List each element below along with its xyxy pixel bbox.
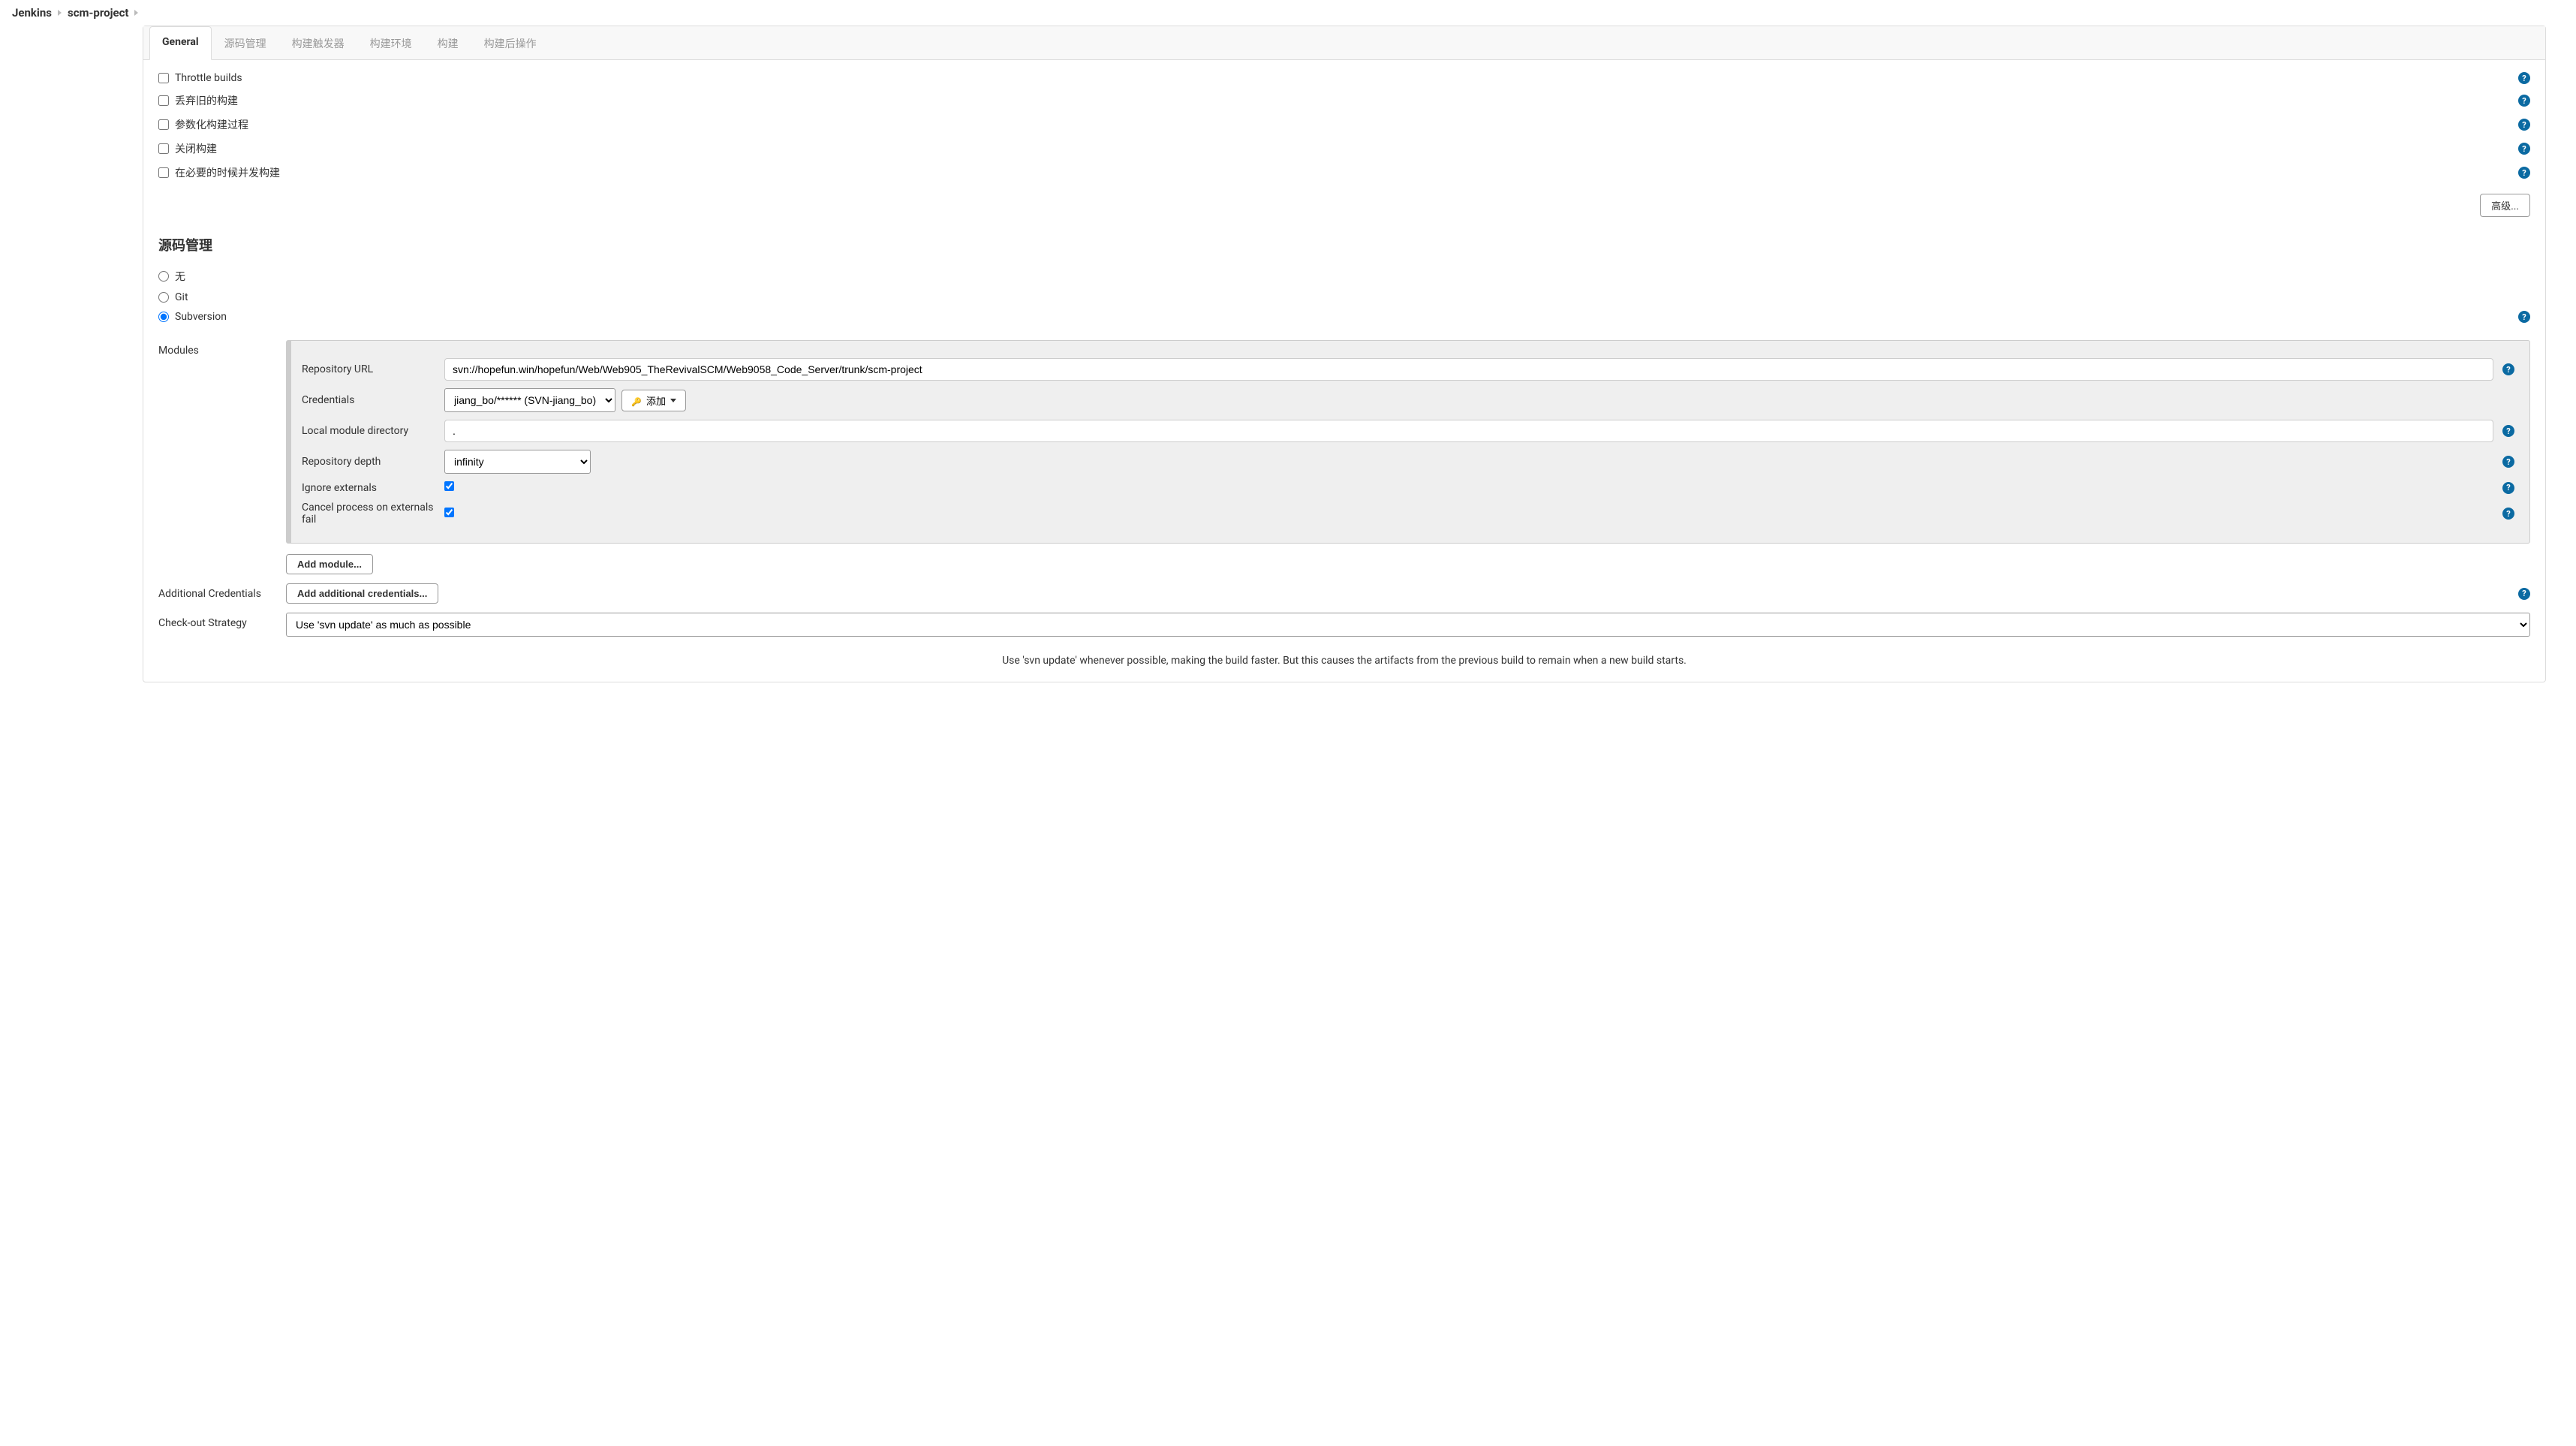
discard-old-checkbox[interactable]: [158, 95, 169, 106]
breadcrumb-project[interactable]: scm-project: [68, 6, 129, 20]
scm-none-option[interactable]: 无: [158, 269, 185, 284]
repo-url-label: Repository URL: [302, 363, 437, 375]
scm-svn-label: Subversion: [175, 311, 227, 323]
config-panel: General 源码管理 构建触发器 构建环境 构建 构建后操作 Throttl…: [143, 26, 2546, 682]
additional-creds-label: Additional Credentials: [158, 583, 286, 600]
breadcrumb-jenkins[interactable]: Jenkins: [12, 6, 52, 20]
parameterized-label: 参数化构建过程: [175, 117, 248, 132]
add-additional-creds-button[interactable]: Add additional credentials...: [286, 583, 438, 604]
tab-general[interactable]: General: [149, 26, 212, 60]
add-credential-button[interactable]: 🔑 添加: [621, 390, 686, 411]
help-icon[interactable]: ?: [2502, 363, 2514, 375]
advanced-button[interactable]: 高级...: [2480, 194, 2530, 217]
scm-svn-radio[interactable]: [158, 312, 169, 322]
tab-build[interactable]: 构建: [425, 26, 471, 60]
throttle-builds-option[interactable]: Throttle builds: [158, 72, 242, 84]
scm-none-radio[interactable]: [158, 271, 169, 282]
breadcrumb: Jenkins scm-project: [0, 0, 2576, 26]
repo-url-input[interactable]: [444, 358, 2493, 381]
cancel-externals-label: Cancel process on externals fail: [302, 502, 437, 526]
scm-svn-option[interactable]: Subversion: [158, 311, 227, 323]
add-credential-label: 添加: [646, 393, 666, 408]
chevron-right-icon: [58, 10, 62, 16]
disable-build-option[interactable]: 关闭构建: [158, 141, 217, 156]
config-content: Throttle builds ? 丢弃旧的构建 ? 参数化构建过程 ? 关闭构…: [143, 60, 2545, 682]
ignore-externals-checkbox[interactable]: [444, 481, 454, 491]
scm-git-radio[interactable]: [158, 292, 169, 303]
help-icon[interactable]: ?: [2518, 143, 2530, 155]
scm-heading: 源码管理: [158, 235, 2530, 255]
concurrent-build-checkbox[interactable]: [158, 167, 169, 178]
scm-git-option[interactable]: Git: [158, 291, 188, 303]
scm-git-label: Git: [175, 291, 188, 303]
disable-build-label: 关闭构建: [175, 141, 217, 156]
local-dir-input[interactable]: [444, 420, 2493, 442]
chevron-right-icon: [134, 10, 138, 16]
help-icon[interactable]: ?: [2518, 588, 2530, 600]
throttle-builds-checkbox[interactable]: [158, 73, 169, 83]
tab-scm[interactable]: 源码管理: [212, 26, 279, 60]
discard-old-option[interactable]: 丢弃旧的构建: [158, 93, 238, 108]
help-icon[interactable]: ?: [2502, 425, 2514, 437]
throttle-builds-label: Throttle builds: [175, 72, 242, 84]
tab-post[interactable]: 构建后操作: [471, 26, 549, 60]
modules-label: Modules: [158, 340, 286, 357]
help-icon[interactable]: ?: [2502, 508, 2514, 520]
config-tabs: General 源码管理 构建触发器 构建环境 构建 构建后操作: [143, 26, 2545, 60]
scm-none-label: 无: [175, 269, 185, 284]
help-icon[interactable]: ?: [2518, 72, 2530, 84]
chevron-down-icon: [670, 399, 676, 402]
parameterized-option[interactable]: 参数化构建过程: [158, 117, 248, 132]
concurrent-build-option[interactable]: 在必要的时候并发构建: [158, 165, 280, 180]
help-icon[interactable]: ?: [2502, 456, 2514, 468]
disable-build-checkbox[interactable]: [158, 143, 169, 154]
help-icon[interactable]: ?: [2518, 119, 2530, 131]
local-dir-label: Local module directory: [302, 425, 437, 437]
help-icon[interactable]: ?: [2518, 311, 2530, 323]
checkout-strategy-select[interactable]: Use 'svn update' as much as possible: [286, 613, 2530, 637]
help-icon[interactable]: ?: [2518, 167, 2530, 179]
add-module-button[interactable]: Add module...: [286, 554, 373, 574]
checkout-strategy-description: Use 'svn update' whenever possible, maki…: [158, 655, 2530, 667]
tab-triggers[interactable]: 构建触发器: [279, 26, 357, 60]
module-box: Repository URL ? Credentials: [286, 340, 2530, 544]
ignore-externals-label: Ignore externals: [302, 482, 437, 494]
help-icon[interactable]: ?: [2502, 482, 2514, 494]
discard-old-label: 丢弃旧的构建: [175, 93, 238, 108]
concurrent-build-label: 在必要的时候并发构建: [175, 165, 280, 180]
parameterized-checkbox[interactable]: [158, 119, 169, 130]
credentials-label: Credentials: [302, 394, 437, 406]
cancel-externals-checkbox[interactable]: [444, 508, 454, 517]
repo-depth-label: Repository depth: [302, 456, 437, 468]
help-icon[interactable]: ?: [2518, 95, 2530, 107]
repo-depth-select[interactable]: infinity: [444, 450, 591, 474]
checkout-strategy-label: Check-out Strategy: [158, 613, 286, 629]
key-icon: 🔑: [631, 397, 642, 403]
credentials-select[interactable]: jiang_bo/****** (SVN-jiang_bo): [444, 388, 615, 412]
tab-env[interactable]: 构建环境: [357, 26, 425, 60]
